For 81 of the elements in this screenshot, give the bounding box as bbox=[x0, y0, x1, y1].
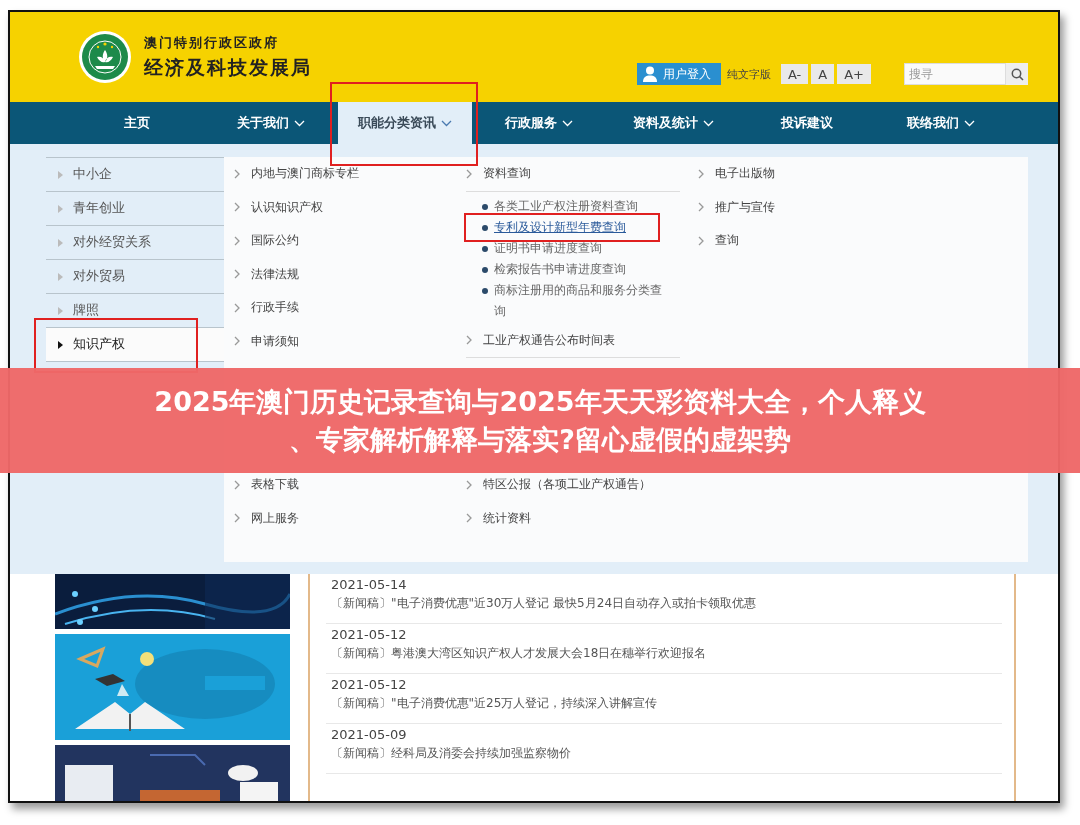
bullet-icon bbox=[482, 203, 488, 210]
chevron-right-icon bbox=[234, 513, 241, 524]
chevron-right-icon bbox=[466, 479, 473, 490]
font-size-button[interactable]: A bbox=[811, 64, 835, 84]
chevron-right-icon bbox=[698, 235, 705, 246]
menu-link[interactable]: 专利及设计新型年费查询 bbox=[494, 216, 666, 238]
menu-link[interactable]: 证明书申请进度查询 bbox=[494, 237, 666, 259]
menu-link[interactable]: 检索报告书申请进度查询 bbox=[494, 258, 666, 280]
menu-link[interactable]: 认识知识产权 bbox=[251, 198, 323, 216]
news-title-link[interactable]: 〔新闻稿〕粤港澳大湾区知识产权人才发展大会18日在穗举行欢迎报名 bbox=[331, 645, 997, 662]
chevron-right-icon bbox=[698, 202, 705, 213]
chevron-right-icon bbox=[234, 202, 241, 213]
menu-link[interactable]: 商标注册用的商品和服务分类查询 bbox=[494, 279, 666, 322]
menu-link[interactable]: 资料查询 bbox=[483, 165, 531, 183]
font-size-button[interactable]: A+ bbox=[837, 64, 871, 84]
side-menu-item[interactable]: 知识产权 bbox=[46, 328, 224, 362]
menu-link[interactable]: 行政手续 bbox=[251, 299, 299, 317]
user-icon bbox=[643, 66, 657, 82]
chevron-right-icon bbox=[466, 335, 473, 346]
chevron-down-icon bbox=[441, 119, 452, 127]
triangle-icon bbox=[58, 306, 63, 315]
chevron-right-icon bbox=[466, 513, 473, 524]
emblem-logo bbox=[78, 30, 132, 84]
login-button[interactable]: 用户登入 bbox=[637, 63, 721, 85]
menu-link[interactable]: 特区公报（各项工业产权通告） bbox=[483, 476, 651, 494]
menu-link[interactable]: 统计资料 bbox=[483, 509, 531, 527]
menu-link[interactable]: 查询 bbox=[715, 232, 739, 250]
nav-tab[interactable]: 主页 bbox=[70, 102, 204, 144]
chevron-right-icon bbox=[234, 269, 241, 280]
menu-link[interactable]: 内地与澳门商标专栏 bbox=[251, 165, 359, 183]
nav-tab[interactable]: 投诉建议 bbox=[740, 102, 874, 144]
menu-link[interactable]: 电子出版物 bbox=[715, 165, 775, 183]
menu-link[interactable]: 表格下载 bbox=[251, 476, 299, 494]
menu-link[interactable]: 各类工业产权注册资料查询 bbox=[494, 195, 666, 217]
triangle-icon bbox=[58, 204, 63, 213]
agency-name: 澳门特别行政区政府 bbox=[144, 33, 280, 52]
nav-tab[interactable]: 行政服务 bbox=[472, 102, 606, 144]
menu-link[interactable]: 法律法规 bbox=[251, 265, 299, 283]
news-date: 2021-05-14 bbox=[331, 577, 408, 592]
chevron-right-icon bbox=[234, 235, 241, 246]
menu-link[interactable]: 工业产权通告公布时间表 bbox=[483, 331, 615, 349]
chevron-right-icon bbox=[234, 168, 241, 179]
triangle-icon bbox=[58, 170, 63, 179]
text-only-link[interactable]: 纯文字版 bbox=[727, 66, 771, 82]
news-title-link[interactable]: 〔新闻稿〕经科局及消委会持续加强监察物价 bbox=[331, 745, 997, 762]
search-button[interactable] bbox=[1006, 63, 1028, 85]
news-date: 2021-05-09 bbox=[331, 727, 408, 742]
font-size-button[interactable]: A- bbox=[781, 64, 809, 84]
bullet-icon bbox=[482, 245, 488, 252]
menu-link[interactable]: 申请须知 bbox=[251, 332, 299, 350]
chevron-down-icon bbox=[294, 119, 305, 127]
nav-tab[interactable]: 资料及统计 bbox=[606, 102, 740, 144]
chevron-right-icon bbox=[234, 336, 241, 347]
headline-text: 、专家解析解释与落实?留心虚假的虚架势 bbox=[289, 422, 791, 457]
bullet-icon bbox=[482, 287, 488, 294]
chevron-right-icon bbox=[234, 479, 241, 490]
triangle-icon bbox=[58, 238, 63, 247]
menu-link[interactable]: 推广与宣传 bbox=[715, 198, 775, 216]
bureau-name: 经济及科技发展局 bbox=[144, 54, 312, 80]
search-icon bbox=[1010, 67, 1024, 81]
search-field[interactable]: 搜寻 bbox=[904, 63, 1006, 85]
bullet-icon bbox=[482, 224, 488, 231]
headline-text: 2025年澳门历史记录查询与2025年天天彩资料大全，个人释义 bbox=[154, 384, 926, 419]
menu-link[interactable]: 国际公约 bbox=[251, 232, 299, 250]
chevron-right-icon bbox=[234, 302, 241, 313]
chevron-down-icon bbox=[562, 119, 573, 127]
news-title-link[interactable]: 〔新闻稿〕"电子消费优惠"近30万人登记 最快5月24日自动存入或拍卡领取优惠 bbox=[331, 595, 997, 612]
chevron-down-icon bbox=[702, 119, 714, 127]
news-date: 2021-05-12 bbox=[331, 627, 408, 642]
chevron-right-icon bbox=[466, 168, 473, 179]
nav-tab[interactable]: 职能分类资讯 bbox=[338, 102, 472, 144]
news-date: 2021-05-12 bbox=[331, 677, 408, 692]
chevron-down-icon bbox=[964, 119, 975, 127]
triangle-icon bbox=[58, 272, 63, 281]
bullet-icon bbox=[482, 266, 488, 273]
triangle-icon bbox=[58, 340, 63, 349]
menu-link[interactable]: 网上服务 bbox=[251, 509, 299, 527]
nav-tab[interactable]: 关于我们 bbox=[204, 102, 338, 144]
nav-tab[interactable]: 联络我们 bbox=[874, 102, 1008, 144]
chevron-right-icon bbox=[698, 168, 705, 179]
news-title-link[interactable]: 〔新闻稿〕"电子消费优惠"近25万人登记，持续深入讲解宣传 bbox=[331, 695, 997, 712]
